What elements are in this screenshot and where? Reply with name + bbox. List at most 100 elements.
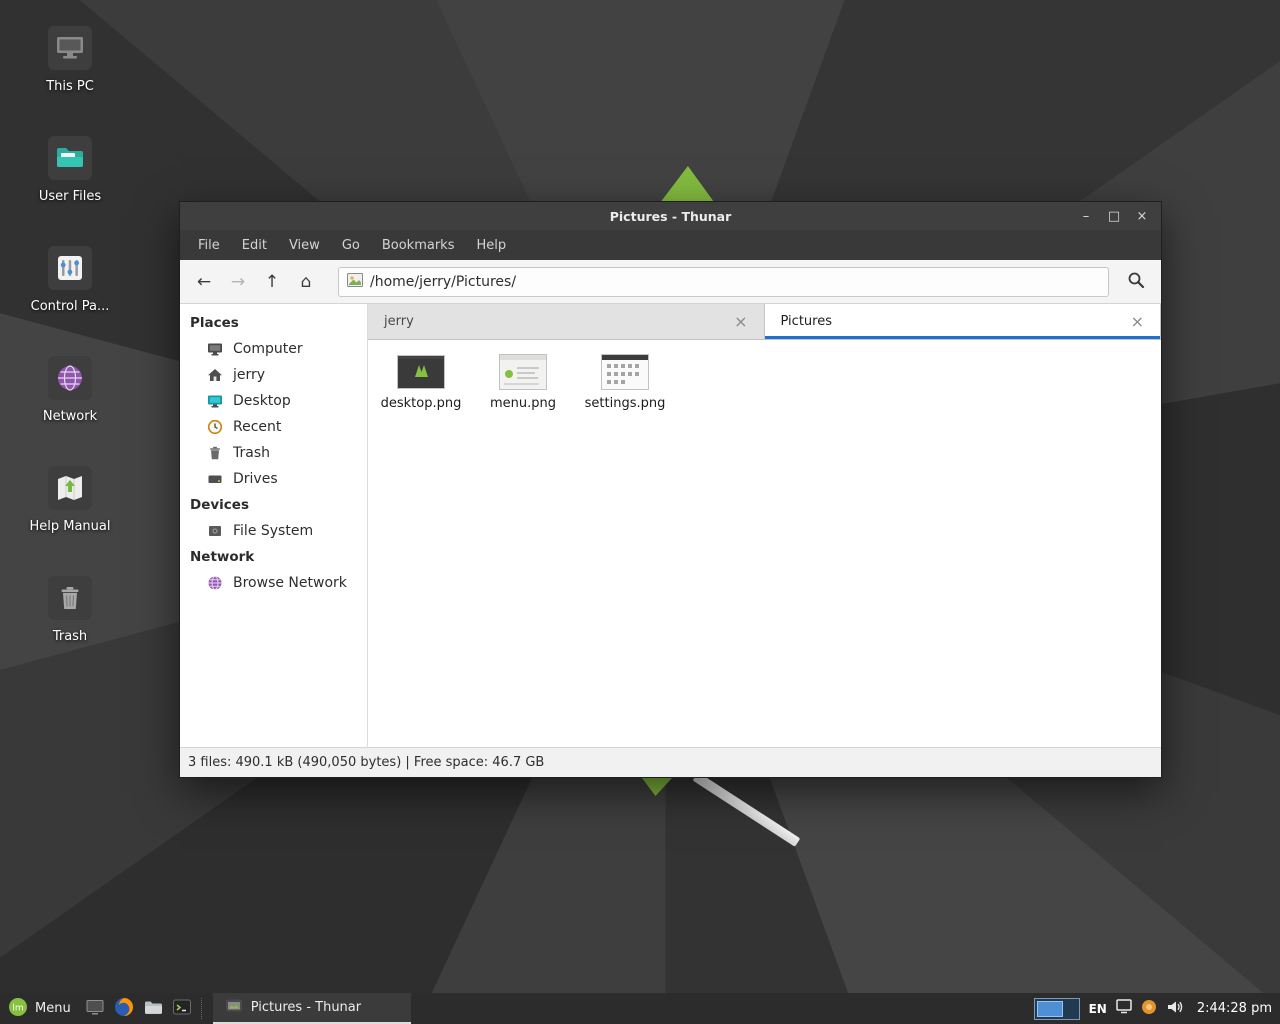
thunar-window: Pictures - Thunar – □ × File Edit View G… bbox=[179, 201, 1162, 778]
system-tray: EN 2:44:28 pm bbox=[1034, 993, 1280, 1024]
sidebar-item-file-system[interactable]: File System bbox=[180, 518, 367, 544]
menu-file[interactable]: File bbox=[188, 234, 230, 257]
control-panel-icon bbox=[48, 246, 92, 294]
tab-jerry[interactable]: jerry × bbox=[368, 304, 765, 339]
sidebar-item-label: Computer bbox=[233, 341, 303, 357]
workspace-pager[interactable] bbox=[1034, 998, 1080, 1020]
menu-view[interactable]: View bbox=[279, 234, 330, 257]
image-thumbnail bbox=[398, 354, 444, 390]
desktop-icon-label: Control Pa... bbox=[31, 299, 110, 314]
computer-icon bbox=[48, 26, 92, 74]
file-view[interactable]: desktop.png menu.png settings.png bbox=[368, 340, 1161, 747]
minimize-button[interactable]: – bbox=[1075, 205, 1097, 227]
task-button-thunar[interactable]: Pictures - Thunar bbox=[213, 993, 411, 1024]
sidebar-item-label: Browse Network bbox=[233, 575, 347, 591]
menu-bookmarks[interactable]: Bookmarks bbox=[372, 234, 465, 257]
file-settings-png[interactable]: settings.png bbox=[574, 352, 676, 411]
window-content: Places Computer jerry Desktop Recent Tra… bbox=[180, 304, 1161, 747]
desktop-icon-this-pc[interactable]: This PC bbox=[18, 26, 122, 94]
image-thumbnail bbox=[602, 354, 648, 390]
sidebar: Places Computer jerry Desktop Recent Tra… bbox=[180, 304, 368, 747]
show-desktop-icon bbox=[84, 996, 106, 1022]
image-thumbnail bbox=[500, 354, 546, 390]
back-button[interactable]: ← bbox=[188, 267, 220, 297]
sidebar-header-devices: Devices bbox=[180, 492, 367, 518]
sidebar-item-drives[interactable]: Drives bbox=[180, 466, 367, 492]
tab-label: Pictures bbox=[781, 314, 832, 329]
desktop-icon-network[interactable]: Network bbox=[18, 356, 122, 424]
firefox-launcher[interactable] bbox=[110, 993, 139, 1024]
sidebar-item-recent[interactable]: Recent bbox=[180, 414, 367, 440]
show-desktop-button[interactable] bbox=[81, 993, 110, 1024]
taskbar-separator bbox=[201, 998, 205, 1019]
svg-text:lm: lm bbox=[12, 1003, 23, 1013]
toolbar: ← → ↑ ⌂ /home/jerry/Pictures/ bbox=[180, 260, 1161, 304]
files-launcher[interactable] bbox=[139, 993, 168, 1024]
update-manager-tray-icon[interactable] bbox=[1141, 999, 1157, 1019]
filesystem-drive-icon bbox=[207, 523, 223, 539]
keyboard-layout-indicator[interactable]: EN bbox=[1089, 1002, 1107, 1016]
desktop-icon-help-manual[interactable]: Help Manual bbox=[18, 466, 122, 534]
menu-go[interactable]: Go bbox=[332, 234, 370, 257]
mint-logo-icon: lm bbox=[8, 997, 28, 1021]
file-name: desktop.png bbox=[381, 396, 462, 411]
menu-edit[interactable]: Edit bbox=[232, 234, 277, 257]
maximize-button[interactable]: □ bbox=[1103, 205, 1125, 227]
file-manager-icon bbox=[142, 996, 164, 1022]
sidebar-item-home-jerry[interactable]: jerry bbox=[180, 362, 367, 388]
help-manual-icon bbox=[48, 466, 92, 514]
home-icon bbox=[207, 367, 223, 383]
sidebar-item-browse-network[interactable]: Browse Network bbox=[180, 570, 367, 596]
start-menu-button[interactable]: lm Menu bbox=[0, 993, 81, 1024]
terminal-launcher[interactable] bbox=[168, 993, 197, 1024]
image-file-icon bbox=[347, 272, 363, 291]
status-bar: 3 files: 490.1 kB (490,050 bytes) | Free… bbox=[180, 747, 1161, 777]
file-menu-png[interactable]: menu.png bbox=[472, 352, 574, 411]
status-text: 3 files: 490.1 kB (490,050 bytes) | Free… bbox=[188, 755, 544, 770]
forward-button[interactable]: → bbox=[222, 267, 254, 297]
sidebar-item-label: Trash bbox=[233, 445, 270, 461]
task-button-label: Pictures - Thunar bbox=[251, 1000, 361, 1015]
sidebar-item-trash[interactable]: Trash bbox=[180, 440, 367, 466]
search-button[interactable] bbox=[1119, 267, 1153, 297]
sidebar-item-label: jerry bbox=[233, 367, 265, 383]
thunar-window-icon bbox=[225, 998, 243, 1018]
clock-icon bbox=[207, 419, 223, 435]
terminal-icon bbox=[171, 996, 193, 1022]
desktop-icon-control-panel[interactable]: Control Pa... bbox=[18, 246, 122, 314]
network-globe-icon bbox=[207, 575, 223, 591]
display-tray-icon[interactable] bbox=[1116, 999, 1132, 1018]
path-bar[interactable]: /home/jerry/Pictures/ bbox=[338, 267, 1109, 297]
desktop-icon-label: Network bbox=[43, 409, 97, 424]
desktop-icon-label: User Files bbox=[39, 189, 101, 204]
titlebar[interactable]: Pictures - Thunar – □ × bbox=[180, 202, 1161, 230]
firefox-icon bbox=[113, 996, 135, 1022]
search-icon bbox=[1127, 271, 1145, 293]
sidebar-item-computer[interactable]: Computer bbox=[180, 336, 367, 362]
desktop-icon-trash[interactable]: Trash bbox=[18, 576, 122, 644]
sidebar-item-desktop[interactable]: Desktop bbox=[180, 388, 367, 414]
sidebar-item-label: Drives bbox=[233, 471, 278, 487]
tab-bar: jerry × Pictures × bbox=[368, 304, 1161, 340]
close-button[interactable]: × bbox=[1131, 205, 1153, 227]
folder-icon bbox=[48, 136, 92, 184]
tab-close-icon[interactable]: × bbox=[734, 314, 747, 330]
network-globe-icon bbox=[48, 356, 92, 404]
home-button[interactable]: ⌂ bbox=[290, 267, 322, 297]
sidebar-item-label: File System bbox=[233, 523, 313, 539]
desktop-icon-label: Help Manual bbox=[29, 519, 110, 534]
tab-pictures[interactable]: Pictures × bbox=[765, 304, 1162, 339]
clock[interactable]: 2:44:28 pm bbox=[1193, 1001, 1272, 1016]
file-desktop-png[interactable]: desktop.png bbox=[370, 352, 472, 411]
up-button[interactable]: ↑ bbox=[256, 267, 288, 297]
trash-icon bbox=[207, 445, 223, 461]
window-controls: – □ × bbox=[1075, 202, 1153, 230]
menu-help[interactable]: Help bbox=[466, 234, 516, 257]
desktop-icon-user-files[interactable]: User Files bbox=[18, 136, 122, 204]
tab-close-icon[interactable]: × bbox=[1131, 314, 1144, 330]
volume-icon[interactable] bbox=[1166, 999, 1184, 1019]
sidebar-item-label: Desktop bbox=[233, 393, 291, 409]
drive-icon bbox=[207, 471, 223, 487]
sidebar-header-places: Places bbox=[180, 310, 367, 336]
desktop-icon-label: Trash bbox=[53, 629, 87, 644]
